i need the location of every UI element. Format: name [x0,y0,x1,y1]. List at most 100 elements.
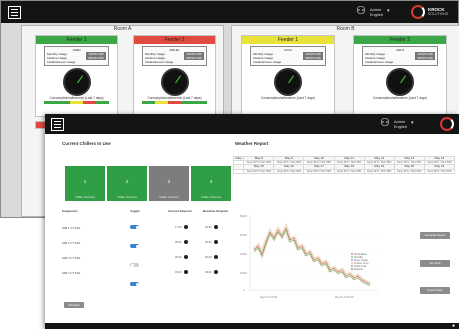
logo-tagline: SOLUTIONS [428,12,449,16]
stepper-icon[interactable] [183,255,188,259]
weather-report-title: Weather Report [235,141,269,146]
dropdown-icon[interactable]: ▾ [387,9,390,14]
y-tick: 60000 [240,234,248,237]
stepper-icon[interactable] [213,225,218,229]
baseline-setpoint[interactable]: 00.00 [205,255,218,259]
menu-icon[interactable] [51,118,64,131]
equipment-toggle[interactable] [130,225,139,229]
user-name: Admin [369,6,382,12]
equipment-toggle[interactable] [130,282,139,286]
set-time-button[interactable]: Set Time [420,260,450,267]
weather-cell: Temp 32°C / Hum 56% [423,168,456,174]
chiller-tile[interactable]: 1 Chiller (Tonnes) [65,166,105,201]
feeder-title: Feeder 2 [134,36,215,44]
top-bar: ⚇ Admin English ▾ KROCK SOLUTIONS [1,1,458,23]
user-block[interactable]: ⚇ Admin English ▾ [356,6,390,17]
consumption-bar [44,101,109,104]
baseline-setpoint-header: Baseline Setpoint [203,209,229,213]
legend-item: Temperature [354,253,368,256]
feeder-stats: JAE 8 Monthly Usage 12345 KWh Lifetime Us… [362,46,438,66]
feeder-title: Feeder 1 [36,36,117,44]
feeder-card[interactable]: Feeder 2 JAE 8 Monthly Usage 12345 KWh Li… [353,35,447,117]
y-tick: 20000 [240,272,248,275]
logo-mark-icon [411,5,425,19]
usage-gauge-icon [160,68,189,96]
room-title: Room B [336,26,355,32]
legend-item: Power Usage [354,259,369,262]
export-data-button[interactable]: Export Data [420,287,450,294]
equipment-toggle[interactable] [130,244,139,248]
user-language: English [369,11,383,17]
equipment-name: FAB 2 CT FAN [62,241,81,245]
logo: KROCK SOLUTIONS [411,5,448,19]
generate-report-button[interactable]: Generate Report [420,232,450,239]
current-setpoint[interactable]: 00.00 [175,240,188,244]
consumption-label: Consumption/adherence (Last 7 days) [260,96,316,100]
feeder-stats: FCU4 Monthly Usage 12345 KWh Lifetime Usa… [250,46,326,66]
instant-label: Instantaneous Usage [47,60,76,64]
weather-cell: Temp 32°C / Hum 56% [303,168,335,174]
dropdown-icon[interactable]: ▾ [411,121,414,126]
feeder-stats: RMLE1 Monthly Usage 12345 KWh Lifetime Us… [142,46,207,66]
stepper-icon[interactable] [213,240,218,244]
equipment-toggle[interactable] [130,263,139,267]
feeder-title: Feeder 2 [354,36,446,44]
current-setpoint[interactable]: 00.00 [175,270,188,274]
bottom-bar: ● [45,323,459,329]
equipment-name: FAB 3 CT FAN [62,256,81,260]
chiller-number: 2 [125,179,129,184]
user-icon: ⚇ [356,5,366,17]
instant-label: Instantaneous Usage [253,60,282,64]
chiller-tile[interactable]: 3 Chiller (Tonnes) [149,166,189,201]
chiller-number: 4 [209,179,213,184]
current-setpoint[interactable]: 17.00 [175,225,188,229]
baseline-setpoint[interactable]: 00.00 [205,270,218,274]
usage-gauge-icon [386,68,414,96]
lifetime-value: 98765 KWh [303,56,323,60]
stepper-icon[interactable] [213,270,218,274]
weather-cell: Temp 32°C / Hum 56% [363,168,395,174]
logo-mark-icon [440,117,454,131]
stepper-icon[interactable] [183,270,188,274]
x-tick: May 8 12:00 AM [260,296,277,299]
current-setpoint-value: 17.00 [175,225,182,229]
current-setpoint[interactable]: 00.00 [175,255,188,259]
usage-gauge-icon [62,68,91,96]
menu-icon[interactable] [8,6,21,19]
chiller-number: 3 [167,179,171,184]
usage-line-chart: 80000 60000 40000 20000 0 May 8 12:00 AM… [240,215,378,299]
consumption-bar [142,101,207,104]
y-tick: 0 [243,289,245,292]
legend-dot [351,253,353,255]
equipment-name: FAB 4 CT FAN [62,271,81,275]
legend-dot [351,265,353,267]
user-name: Admin [393,118,406,124]
chiller-tile[interactable]: 2 Chiller (Tonnes) [107,166,147,201]
schedule-button[interactable]: Schedule [64,302,84,308]
legend-item: Humidity [354,256,364,259]
current-setpoint-value: 00.00 [175,270,182,274]
stepper-icon[interactable] [183,240,188,244]
stepper-icon[interactable] [183,225,188,229]
stepper-icon[interactable] [213,255,218,259]
feeder-card[interactable]: Feeder 2 RMLE1 Monthly Usage 12345 KWh Li… [133,35,216,117]
weather-table: Date May 8 May 9 May 10 May 11 May 12 Ma… [232,155,456,174]
feeder-card[interactable]: Feeder 1 FCU4 Monthly Usage 12345 KWh Lif… [241,35,335,117]
chiller-sub: Chiller (Tonnes) [201,195,221,199]
y-tick: 40000 [240,253,248,256]
baseline-setpoint[interactable]: 00.00 [205,225,218,229]
weather-cell: Temp 32°C / Hum 56% [393,168,425,174]
y-tick: 80000 [240,215,248,218]
legend-dot [351,256,353,258]
legend-dot [351,259,353,261]
feeder-title: Feeder 1 [242,36,334,44]
user-block[interactable]: ⚇ Admin English ▾ [380,118,414,129]
baseline-setpoint[interactable]: 00.00 [205,240,218,244]
baseline-setpoint-value: 00.00 [205,240,212,244]
chiller-tile[interactable]: 4 Chiller (Tonnes) [191,166,231,201]
current-setpoint-value: 00.00 [175,240,182,244]
feeder-stats: JAEM Monthly Usage 12345 KWh Lifetime Usa… [44,46,109,66]
feeder-card[interactable]: Feeder 1 JAEM Monthly Usage 12345 KWh Lif… [35,35,118,117]
room-title: Room A [113,26,132,32]
equipment-name: FAB 1 CT FAN [62,226,81,230]
